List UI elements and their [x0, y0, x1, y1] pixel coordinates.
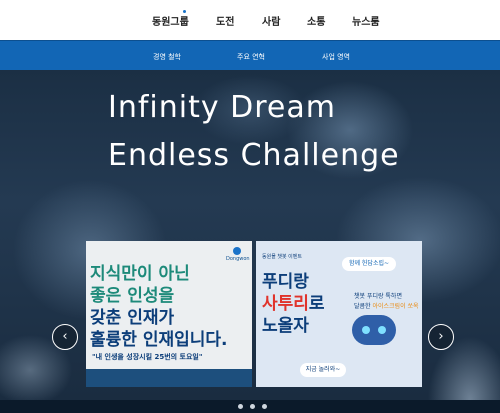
nav-item-challenge[interactable]: 도전: [216, 13, 234, 28]
nav-item-group[interactable]: 동원그룹: [152, 13, 189, 28]
chatbot-robot-icon: [352, 315, 396, 351]
nav-item-communication[interactable]: 소통: [307, 13, 325, 28]
carousel-dot[interactable]: [262, 404, 267, 409]
carousel-dot[interactable]: [238, 404, 243, 409]
card2-desc-line2: 달콤한 아이스크림이 쏘옥: [354, 303, 419, 310]
active-indicator-dot: [183, 10, 186, 13]
card2-big-line3: 노올자: [262, 316, 309, 336]
carousel-dot[interactable]: [250, 404, 255, 409]
card1-line4: 훌륭한 인재입니다.: [90, 330, 228, 350]
carousel-next-button[interactable]: ›: [428, 324, 454, 350]
promo-card-talent[interactable]: Dongwon 지식만이 아닌 좋은 인성을 갖춘 인재가 훌륭한 인재입니다.…: [86, 241, 252, 387]
top-navigation: 동원그룹 도전 사람 소통 뉴스룸: [0, 0, 500, 40]
carousel-prev-button[interactable]: ‹: [52, 324, 78, 350]
hero-headline-line1: Infinity Dream: [108, 90, 336, 125]
subnav-item-philosophy[interactable]: 경영 철학: [153, 52, 181, 62]
hero-headline-line2: Endless Challenge: [108, 138, 400, 173]
card2-play-button[interactable]: 지금 놀러와~: [300, 363, 346, 377]
subnav-item-history[interactable]: 주요 연혁: [237, 52, 265, 62]
dongwon-logo: Dongwon: [226, 247, 250, 262]
nav-item-newsroom[interactable]: 뉴스룸: [352, 13, 380, 28]
card1-caption: "내 인생을 성장시킬 25번의 토요일": [92, 353, 203, 361]
sub-navigation: 경영 철학 주요 연혁 사업 영역: [0, 40, 500, 70]
card2-event-tag: 동원몰 챗봇 이벤트: [262, 254, 302, 260]
carousel-pagination: [238, 394, 274, 413]
card2-desc-line1: 챗봇 푸디랑 톡하면: [354, 293, 402, 300]
nav-item-people[interactable]: 사람: [262, 13, 280, 28]
subnav-item-business[interactable]: 사업 영역: [322, 52, 350, 62]
promo-card-chatbot-event[interactable]: 동원몰 챗봇 이벤트 함께 헌답소립~ 푸디랑 사투리로 노올자 챗봇 푸디랑 …: [256, 241, 422, 387]
card2-speech-bubble: 함께 헌답소립~: [342, 257, 396, 271]
card1-photo-strip: [86, 369, 252, 387]
